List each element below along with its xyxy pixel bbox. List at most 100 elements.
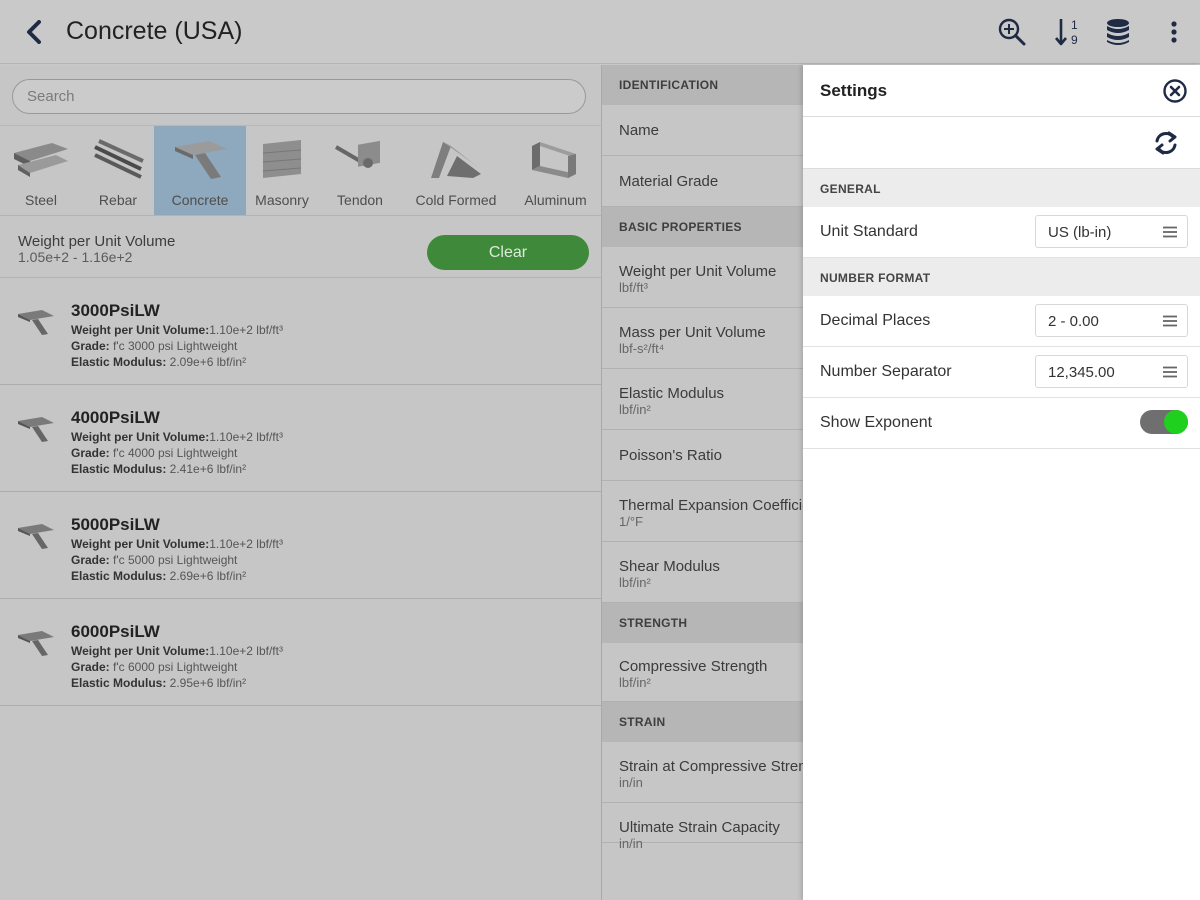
property-name[interactable]: Name bbox=[602, 105, 803, 156]
concrete-tbeam-icon bbox=[171, 136, 229, 182]
property-ultimate-strain[interactable]: Ultimate Strain Capacity in/in bbox=[602, 803, 803, 851]
sort-button[interactable]: 1 9 bbox=[1050, 14, 1086, 50]
setting-label: Number Separator bbox=[820, 363, 952, 380]
filter-label: Weight per Unit Volume bbox=[18, 233, 176, 250]
item-weight: Weight per Unit Volume:1.10e+2 lbf/ft³ bbox=[71, 323, 283, 337]
list-item[interactable]: 3000PsiLW Weight per Unit Volume:1.10e+2… bbox=[0, 278, 601, 385]
category-cold-formed[interactable]: Cold Formed bbox=[402, 126, 510, 215]
clear-filter-button[interactable]: Clear bbox=[427, 235, 589, 270]
select-value: 2 - 0.00 bbox=[1048, 313, 1099, 330]
setting-decimal-places: Decimal Places 2 - 0.00 bbox=[803, 296, 1200, 347]
filter-range: 1.05e+2 - 1.16e+2 bbox=[18, 249, 133, 265]
section-header-identification: IDENTIFICATION bbox=[602, 65, 803, 105]
item-name: 5000PsiLW bbox=[71, 515, 160, 534]
settings-title: Settings bbox=[820, 81, 888, 100]
item-weight: Weight per Unit Volume:1.10e+2 lbf/ft³ bbox=[71, 430, 283, 444]
concrete-tbeam-icon bbox=[18, 631, 54, 656]
rebar-icon bbox=[91, 136, 145, 182]
item-name: 6000PsiLW bbox=[71, 622, 160, 641]
menu-icon bbox=[1163, 366, 1177, 378]
category-masonry[interactable]: Masonry bbox=[246, 126, 318, 215]
setting-label: Unit Standard bbox=[820, 223, 918, 240]
aluminum-channel-icon bbox=[528, 136, 584, 182]
section-header-general: GENERAL bbox=[803, 169, 1200, 207]
property-material-grade[interactable]: Material Grade bbox=[602, 156, 803, 207]
concrete-tbeam-icon bbox=[18, 310, 54, 335]
item-grade: Grade: f'c 4000 psi Lightweight bbox=[71, 446, 238, 460]
section-header-strain: STRAIN bbox=[602, 702, 803, 742]
database-icon bbox=[1107, 19, 1129, 45]
sort-numeric-icon: 1 9 bbox=[1055, 18, 1078, 47]
item-weight: Weight per Unit Volume:1.10e+2 lbf/ft³ bbox=[71, 537, 283, 551]
list-item[interactable]: 4000PsiLW Weight per Unit Volume:1.10e+2… bbox=[0, 385, 601, 492]
svg-text:1: 1 bbox=[1071, 18, 1078, 32]
cold-formed-icon bbox=[427, 136, 485, 182]
category-rebar[interactable]: Rebar bbox=[82, 126, 154, 215]
list-item[interactable]: 5000PsiLW Weight per Unit Volume:1.10e+2… bbox=[0, 492, 601, 599]
material-list-panel: Steel Rebar Concrete bbox=[0, 65, 601, 900]
settings-panel: Settings GENERAL Unit Standard US (lb-in… bbox=[803, 65, 1200, 900]
more-vert-icon bbox=[1171, 21, 1177, 43]
category-label: Concrete bbox=[171, 192, 229, 208]
category-aluminum[interactable]: Aluminum bbox=[510, 126, 601, 215]
active-filter: Weight per Unit Volume 1.05e+2 - 1.16e+2… bbox=[0, 216, 601, 278]
property-strain-compressive[interactable]: Strain at Compressive Strength in/in bbox=[602, 742, 803, 803]
category-label: Masonry bbox=[255, 192, 309, 208]
search-bar bbox=[0, 65, 601, 126]
search-zoom-icon bbox=[998, 18, 1026, 46]
more-options-button[interactable] bbox=[1156, 14, 1192, 50]
category-label: Steel bbox=[25, 192, 57, 208]
show-exponent-toggle[interactable] bbox=[1140, 410, 1188, 434]
item-name: 3000PsiLW bbox=[71, 301, 160, 320]
property-compressive-strength[interactable]: Compressive Strength lbf/in² bbox=[602, 643, 803, 702]
close-icon[interactable] bbox=[1162, 78, 1188, 104]
unit-standard-select[interactable]: US (lb-in) bbox=[1035, 215, 1188, 248]
search-input[interactable] bbox=[12, 79, 586, 114]
menu-icon bbox=[1163, 226, 1177, 238]
page-title: Concrete (USA) bbox=[66, 17, 243, 45]
database-button[interactable] bbox=[1100, 14, 1136, 50]
item-grade: Grade: f'c 6000 psi Lightweight bbox=[71, 660, 238, 674]
item-modulus: Elastic Modulus: 2.69e+6 lbf/in² bbox=[71, 569, 247, 583]
item-grade: Grade: f'c 5000 psi Lightweight bbox=[71, 553, 238, 567]
property-elastic-modulus[interactable]: Elastic Modulus lbf/in² bbox=[602, 369, 803, 430]
toggle-knob bbox=[1164, 410, 1188, 434]
setting-label: Show Exponent bbox=[820, 414, 933, 431]
refresh-icon[interactable] bbox=[1152, 129, 1180, 157]
property-poisson[interactable]: Poisson's Ratio bbox=[602, 430, 803, 481]
item-modulus: Elastic Modulus: 2.09e+6 lbf/in² bbox=[71, 355, 247, 369]
category-label: Tendon bbox=[337, 192, 383, 208]
category-steel[interactable]: Steel bbox=[0, 126, 82, 215]
property-weight[interactable]: Weight per Unit Volume lbf/ft³ bbox=[602, 247, 803, 308]
category-tendon[interactable]: Tendon bbox=[318, 126, 402, 215]
back-chevron-icon bbox=[27, 20, 41, 44]
property-shear-modulus[interactable]: Shear Modulus lbf/in² bbox=[602, 542, 803, 603]
concrete-tbeam-icon bbox=[18, 524, 54, 549]
back-button[interactable] bbox=[18, 16, 50, 48]
decimal-places-select[interactable]: 2 - 0.00 bbox=[1035, 304, 1188, 337]
property-list-panel: IDENTIFICATION Name Material Grade BASIC… bbox=[601, 65, 803, 900]
item-modulus: Elastic Modulus: 2.41e+6 lbf/in² bbox=[71, 462, 247, 476]
item-name: 4000PsiLW bbox=[71, 408, 160, 427]
setting-number-separator: Number Separator 12,345.00 bbox=[803, 347, 1200, 398]
number-separator-select[interactable]: 12,345.00 bbox=[1035, 355, 1188, 388]
settings-toolbar bbox=[803, 117, 1200, 169]
masonry-wall-icon bbox=[259, 136, 305, 182]
steel-beams-icon bbox=[12, 136, 70, 182]
app-header: Concrete (USA) 1 9 bbox=[0, 0, 1200, 64]
setting-unit-standard: Unit Standard US (lb-in) bbox=[803, 207, 1200, 258]
settings-header: Settings bbox=[803, 65, 1200, 117]
section-header-strength: STRENGTH bbox=[602, 603, 803, 643]
category-label: Aluminum bbox=[524, 192, 587, 208]
item-weight: Weight per Unit Volume:1.10e+2 lbf/ft³ bbox=[71, 644, 283, 658]
category-label: Cold Formed bbox=[415, 192, 497, 208]
concrete-tbeam-icon bbox=[18, 417, 54, 442]
property-mass[interactable]: Mass per Unit Volume lbf-s²/ft⁴ bbox=[602, 308, 803, 369]
section-header-number-format: NUMBER FORMAT bbox=[803, 258, 1200, 296]
category-concrete[interactable]: Concrete bbox=[154, 126, 246, 215]
property-thermal[interactable]: Thermal Expansion Coefficient 1/°F bbox=[602, 481, 803, 542]
select-value: 12,345.00 bbox=[1048, 364, 1115, 381]
list-item[interactable]: 6000PsiLW Weight per Unit Volume:1.10e+2… bbox=[0, 599, 601, 706]
svg-text:9: 9 bbox=[1071, 33, 1078, 47]
search-zoom-button[interactable] bbox=[994, 14, 1030, 50]
